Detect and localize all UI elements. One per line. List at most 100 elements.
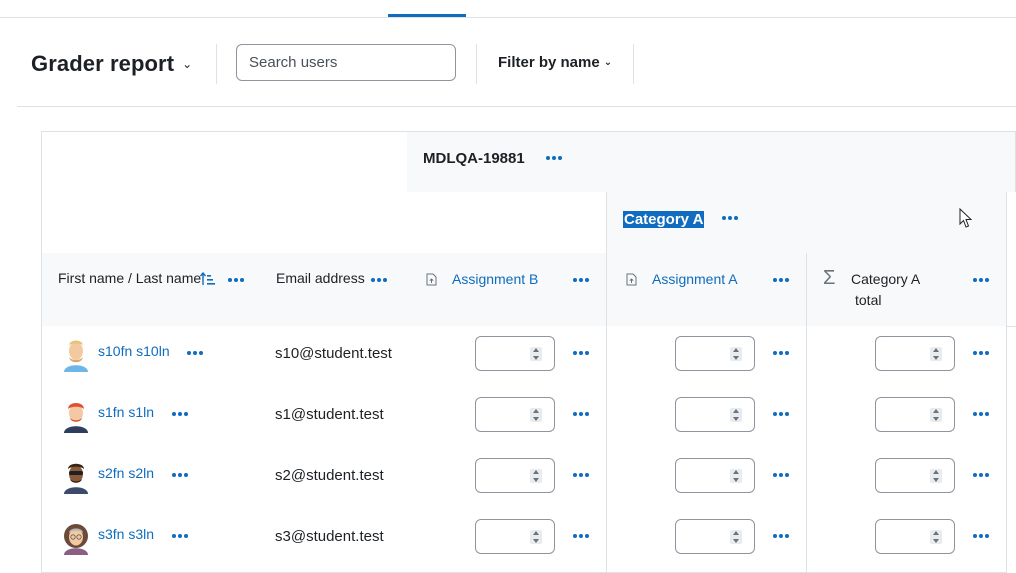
grade-cell — [607, 326, 807, 388]
grade-cell — [807, 448, 1007, 510]
grade-cell — [807, 326, 1007, 388]
grade-actions-menu[interactable] — [773, 412, 789, 416]
grade-input[interactable] — [875, 458, 955, 493]
assignment-a-actions-menu[interactable] — [773, 278, 789, 282]
email-column-actions-menu[interactable] — [371, 278, 387, 282]
grade-input[interactable] — [675, 519, 755, 554]
grade-actions-menu[interactable] — [573, 412, 589, 416]
grade-spinner[interactable] — [930, 347, 942, 361]
grade-actions-menu[interactable] — [773, 473, 789, 477]
grade-spinner[interactable] — [530, 530, 542, 544]
table-row-email-cell: s10@student.test — [259, 326, 408, 388]
table-row-email-cell: s3@student.test — [259, 509, 408, 573]
grade-cell — [807, 387, 1007, 449]
email-column-title: Email address — [276, 270, 365, 286]
student-actions-menu[interactable] — [172, 473, 188, 477]
student-actions-menu[interactable] — [187, 351, 203, 355]
course-header: MDLQA-19881 — [407, 131, 1016, 193]
category-total-title-line2: total — [855, 292, 882, 308]
empty-header-block — [41, 131, 408, 254]
grade-actions-menu[interactable] — [973, 351, 989, 355]
name-column-header: First name / Last name — [41, 253, 260, 327]
grade-spinner[interactable] — [930, 469, 942, 483]
grade-actions-menu[interactable] — [973, 473, 989, 477]
student-name-link[interactable]: s1fn s1ln — [98, 404, 154, 420]
student-name-link[interactable]: s3fn s3ln — [98, 526, 154, 542]
grade-actions-menu[interactable] — [773, 351, 789, 355]
grade-spinner[interactable] — [730, 347, 742, 361]
grade-spinner[interactable] — [530, 347, 542, 361]
table-row-name-cell: s10fn s10ln — [41, 326, 260, 388]
avatar — [58, 519, 94, 555]
grade-input[interactable] — [875, 519, 955, 554]
assignment-b-link[interactable]: Assignment B — [452, 271, 538, 287]
assignment-a-column-header: Assignment A — [607, 253, 807, 327]
toolbar-divider — [476, 44, 477, 84]
filter-by-name-button[interactable]: Filter by name ⌄ — [498, 54, 612, 71]
category-name: Category A — [623, 211, 705, 228]
assignment-icon — [626, 273, 637, 286]
course-name: MDLQA-19881 — [423, 150, 525, 167]
grade-cell — [607, 509, 807, 573]
grade-input[interactable] — [475, 397, 555, 432]
sigma-icon: Σ — [823, 267, 836, 289]
grade-input[interactable] — [875, 336, 955, 371]
student-email: s1@student.test — [275, 406, 384, 423]
grade-actions-menu[interactable] — [773, 534, 789, 538]
avatar — [58, 336, 94, 372]
student-email: s10@student.test — [275, 345, 392, 362]
grade-input[interactable] — [675, 336, 755, 371]
grade-actions-menu[interactable] — [573, 473, 589, 477]
grade-input[interactable] — [675, 458, 755, 493]
table-row-email-cell: s1@student.test — [259, 387, 408, 449]
assignment-a-link[interactable]: Assignment A — [652, 271, 738, 287]
grade-actions-menu[interactable] — [573, 351, 589, 355]
grade-actions-menu[interactable] — [973, 412, 989, 416]
grade-actions-menu[interactable] — [573, 534, 589, 538]
table-row-name-cell: s3fn s3ln — [41, 509, 260, 573]
grade-actions-menu[interactable] — [973, 534, 989, 538]
grade-cell — [407, 509, 607, 573]
student-actions-menu[interactable] — [172, 412, 188, 416]
category-actions-menu[interactable] — [722, 216, 738, 220]
grade-cell — [407, 448, 607, 510]
grade-cell — [607, 387, 807, 449]
report-toolbar: Grader report ⌄ Filter by name ⌄ — [17, 18, 1016, 107]
grade-spinner[interactable] — [730, 408, 742, 422]
grade-spinner[interactable] — [730, 469, 742, 483]
next-column-edge — [1007, 192, 1016, 327]
student-name-link[interactable]: s10fn s10ln — [98, 343, 170, 359]
name-column-title[interactable]: First name / Last name — [58, 270, 201, 286]
assignment-b-actions-menu[interactable] — [573, 278, 589, 282]
toolbar-divider — [216, 44, 217, 84]
assignment-b-column-header: Assignment B — [407, 253, 607, 327]
grade-input[interactable] — [675, 397, 755, 432]
name-column-actions-menu[interactable] — [228, 278, 244, 282]
sort-ascending-icon[interactable] — [199, 271, 216, 286]
grade-input[interactable] — [475, 336, 555, 371]
avatar — [58, 397, 94, 433]
grade-spinner[interactable] — [930, 530, 942, 544]
student-name-link[interactable]: s2fn s2ln — [98, 465, 154, 481]
grade-spinner[interactable] — [930, 408, 942, 422]
grade-cell — [807, 509, 1007, 573]
uncategorised-header — [407, 192, 607, 254]
grade-spinner[interactable] — [530, 469, 542, 483]
active-tab-indicator — [388, 14, 466, 17]
grade-input[interactable] — [875, 397, 955, 432]
course-actions-menu[interactable] — [546, 156, 562, 160]
student-actions-menu[interactable] — [172, 534, 188, 538]
grade-spinner[interactable] — [530, 408, 542, 422]
search-users-input[interactable] — [236, 44, 456, 81]
student-email: s2@student.test — [275, 467, 384, 484]
table-row-email-cell: s2@student.test — [259, 448, 408, 510]
grade-cell — [607, 448, 807, 510]
filter-by-name-label: Filter by name — [498, 54, 600, 71]
grade-spinner[interactable] — [730, 530, 742, 544]
report-selector[interactable]: Grader report ⌄ — [31, 51, 192, 77]
grade-input[interactable] — [475, 519, 555, 554]
category-total-actions-menu[interactable] — [973, 278, 989, 282]
grade-input[interactable] — [475, 458, 555, 493]
mouse-pointer-icon — [959, 207, 973, 229]
grade-cell — [407, 326, 607, 388]
